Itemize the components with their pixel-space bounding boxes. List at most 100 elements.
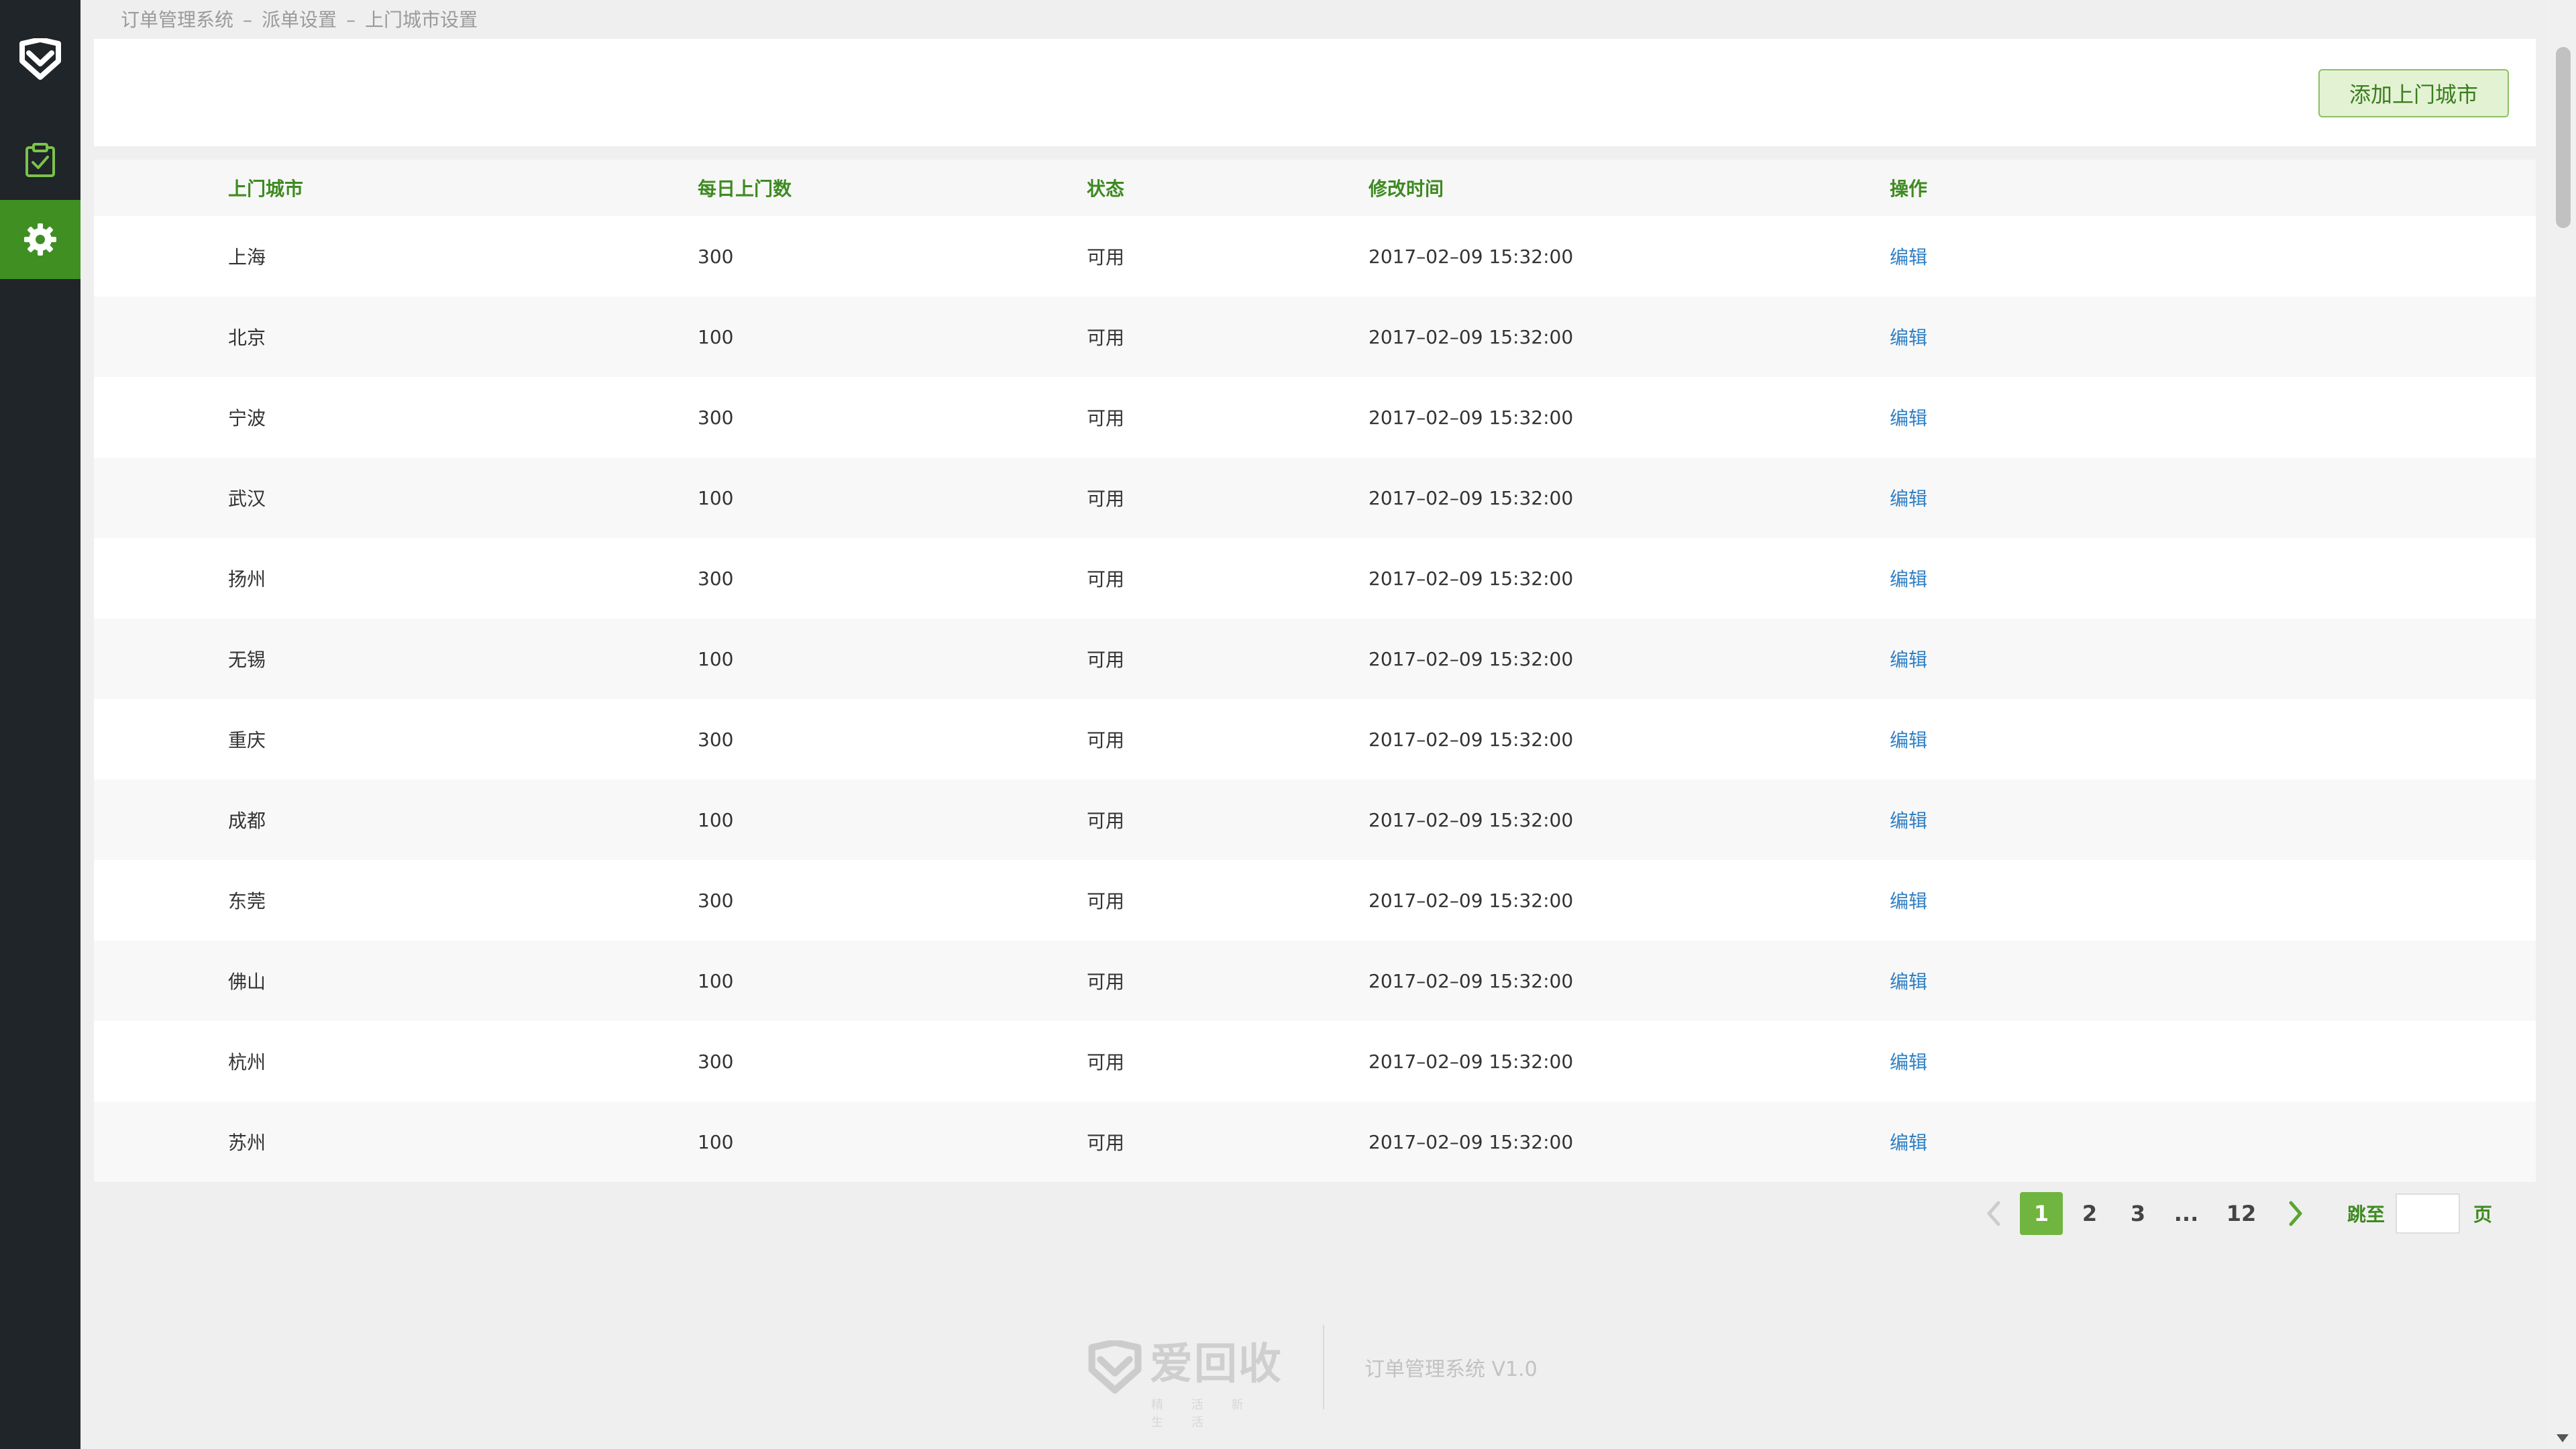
edit-link[interactable]: 编辑 <box>1890 726 1927 753</box>
cell-modified-time: 2017–02–09 15:32:00 <box>1368 889 1574 912</box>
footer-divider <box>1323 1325 1324 1409</box>
cell-modified-time: 2017–02–09 15:32:00 <box>1368 245 1574 268</box>
cell-status: 可用 <box>1087 810 1125 832</box>
scroll-down-arrow-icon[interactable] <box>2557 1434 2569 1442</box>
table-row: 宁波 300 可用 2017–02–09 15:32:00 编辑 <box>94 377 2536 458</box>
cell-city: 武汉 <box>228 488 266 510</box>
page-3-button[interactable]: 3 <box>2116 1192 2159 1235</box>
cell-modified-time: 2017–02–09 15:32:00 <box>1368 808 1574 831</box>
cell-city: 佛山 <box>228 971 266 993</box>
edit-link[interactable]: 编辑 <box>1890 243 1927 270</box>
edit-link[interactable]: 编辑 <box>1890 323 1927 350</box>
breadcrumb-separator: – <box>346 9 356 31</box>
column-header-actions: 操作 <box>1890 178 1928 200</box>
chevron-left-icon <box>1987 1201 2000 1226</box>
scrollbar-thumb[interactable] <box>2556 47 2571 228</box>
column-header-modified-time: 修改时间 <box>1368 178 1444 200</box>
table-row: 武汉 100 可用 2017–02–09 15:32:00 编辑 <box>94 458 2536 538</box>
cell-daily-count: 300 <box>698 728 734 751</box>
cell-status: 可用 <box>1087 729 1125 751</box>
table-row: 上海 300 可用 2017–02–09 15:32:00 编辑 <box>94 216 2536 297</box>
breadcrumb-separator: – <box>243 9 253 31</box>
heart-shield-icon <box>1088 1340 1142 1394</box>
cell-city: 宁波 <box>228 407 266 429</box>
cell-status: 可用 <box>1087 890 1125 912</box>
page-last-button[interactable]: 12 <box>2213 1192 2269 1235</box>
table-row: 重庆 300 可用 2017–02–09 15:32:00 编辑 <box>94 699 2536 780</box>
table-body: 上海 300 可用 2017–02–09 15:32:00 编辑 北京 100 … <box>94 216 2536 1182</box>
cell-daily-count: 100 <box>698 647 734 670</box>
footer-brand-name: 爱回收 <box>1150 1340 1283 1389</box>
cell-daily-count: 100 <box>698 969 734 992</box>
cell-daily-count: 300 <box>698 245 734 268</box>
cell-status: 可用 <box>1087 488 1125 510</box>
cell-city: 扬州 <box>228 568 266 590</box>
prev-page-button[interactable] <box>1969 1191 2017 1236</box>
column-header-city: 上门城市 <box>228 178 304 200</box>
page-ellipsis: ... <box>2174 1201 2199 1226</box>
cell-city: 上海 <box>228 246 266 268</box>
chevron-right-icon <box>2289 1201 2302 1226</box>
edit-link[interactable]: 编辑 <box>1890 484 1927 511</box>
page-2-button[interactable]: 2 <box>2068 1192 2111 1235</box>
next-page-button[interactable] <box>2272 1191 2320 1236</box>
breadcrumb: 订单管理系统 – 派单设置 – 上门城市设置 <box>121 7 478 34</box>
sidebar <box>0 0 80 1449</box>
jump-to-label: 跳至 <box>2347 1203 2385 1226</box>
cell-status: 可用 <box>1087 568 1125 590</box>
footer-version: 订单管理系统 V1.0 <box>1364 1358 1538 1381</box>
table-row: 苏州 100 可用 2017–02–09 15:32:00 编辑 <box>94 1102 2536 1182</box>
table-header: 上门城市 每日上门数 状态 修改时间 操作 <box>94 160 2536 216</box>
toolbar-panel: 添加上门城市 <box>94 39 2536 146</box>
table-row: 东莞 300 可用 2017–02–09 15:32:00 编辑 <box>94 860 2536 941</box>
footer: 爱回收 精 活 新 生 活 订单管理系统 V1.0 <box>1087 1325 1538 1430</box>
edit-link[interactable]: 编辑 <box>1890 887 1927 914</box>
add-city-button[interactable]: 添加上门城市 <box>2318 69 2509 117</box>
cell-city: 无锡 <box>228 649 266 671</box>
footer-brand-logo: 爱回收 精 活 新 生 活 <box>1087 1336 1283 1430</box>
edit-link[interactable]: 编辑 <box>1890 1128 1927 1155</box>
cell-daily-count: 100 <box>698 325 734 348</box>
cell-city: 北京 <box>228 327 266 349</box>
cell-daily-count: 100 <box>698 1130 734 1153</box>
cell-daily-count: 300 <box>698 889 734 912</box>
jump-page-input[interactable] <box>2396 1193 2461 1234</box>
breadcrumb-item-dispatch[interactable]: 派单设置 <box>262 9 337 31</box>
cell-city: 重庆 <box>228 729 266 751</box>
edit-link[interactable]: 编辑 <box>1890 806 1927 833</box>
table-row: 杭州 300 可用 2017–02–09 15:32:00 编辑 <box>94 1021 2536 1102</box>
cell-modified-time: 2017–02–09 15:32:00 <box>1368 406 1574 429</box>
cell-city: 苏州 <box>228 1132 266 1154</box>
cell-daily-count: 300 <box>698 406 734 429</box>
breadcrumb-item-system[interactable]: 订单管理系统 <box>121 9 233 31</box>
cell-modified-time: 2017–02–09 15:32:00 <box>1368 1050 1574 1073</box>
edit-link[interactable]: 编辑 <box>1890 404 1927 431</box>
page-1-button[interactable]: 1 <box>2020 1192 2063 1235</box>
pagination: 1 2 3 ... 12 跳至 页 <box>1969 1191 2492 1236</box>
table-row: 无锡 100 可用 2017–02–09 15:32:00 编辑 <box>94 619 2536 699</box>
footer-brand-slogan: 精 活 新 生 活 <box>1151 1398 1256 1430</box>
cell-daily-count: 100 <box>698 808 734 831</box>
gear-icon <box>24 223 56 256</box>
cell-daily-count: 300 <box>698 1050 734 1073</box>
cell-status: 可用 <box>1087 971 1125 993</box>
cell-modified-time: 2017–02–09 15:32:00 <box>1368 325 1574 348</box>
heart-shield-icon <box>19 38 61 80</box>
cell-status: 可用 <box>1087 1051 1125 1073</box>
cell-modified-time: 2017–02–09 15:32:00 <box>1368 567 1574 590</box>
app-logo[interactable] <box>0 27 80 91</box>
cell-status: 可用 <box>1087 407 1125 429</box>
edit-link[interactable]: 编辑 <box>1890 645 1927 672</box>
table-row: 佛山 100 可用 2017–02–09 15:32:00 编辑 <box>94 941 2536 1021</box>
edit-link[interactable]: 编辑 <box>1890 565 1927 592</box>
edit-link[interactable]: 编辑 <box>1890 967 1927 994</box>
table-row: 北京 100 可用 2017–02–09 15:32:00 编辑 <box>94 297 2536 377</box>
cell-daily-count: 100 <box>698 486 734 509</box>
sidebar-item-orders[interactable] <box>0 121 80 200</box>
page-suffix-label: 页 <box>2473 1203 2493 1226</box>
edit-link[interactable]: 编辑 <box>1890 1048 1927 1075</box>
cell-daily-count: 300 <box>698 567 734 590</box>
sidebar-item-settings[interactable] <box>0 200 80 279</box>
column-header-daily-count: 每日上门数 <box>698 178 792 200</box>
vertical-scrollbar[interactable] <box>2549 0 2576 1449</box>
